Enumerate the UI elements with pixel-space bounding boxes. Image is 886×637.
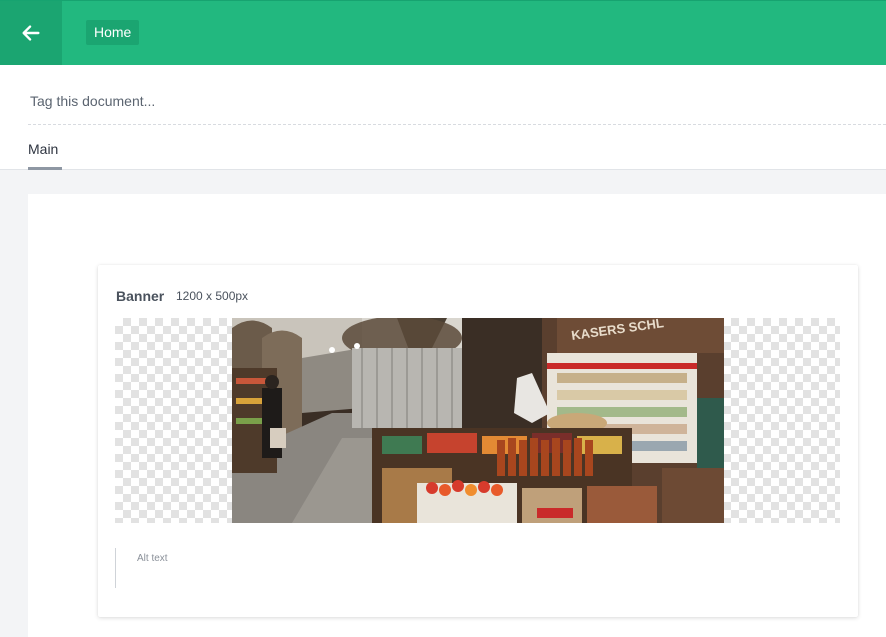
- back-button[interactable]: [0, 1, 62, 65]
- market-photo-illustration: KASERS SCHL: [232, 318, 724, 523]
- banner-image-field[interactable]: KASERS SCHL: [115, 318, 840, 523]
- document-header: Main: [0, 65, 886, 170]
- arrow-left-icon: [22, 25, 40, 41]
- banner-block: Banner 1200 x 500px KASERS SCHL Alt text: [98, 265, 858, 617]
- breadcrumb-home[interactable]: Home: [86, 20, 140, 45]
- alt-text-field[interactable]: Alt text: [115, 548, 415, 588]
- banner-title: Banner: [116, 288, 165, 304]
- tab-main[interactable]: Main: [28, 139, 62, 170]
- active-tab-indicator: [28, 167, 62, 170]
- top-bar: Home: [0, 0, 886, 65]
- tab-main-label: Main: [28, 141, 59, 157]
- editor-content: Banner 1200 x 500px KASERS SCHL Alt text: [28, 194, 886, 637]
- banner-size: 1200 x 500px: [176, 289, 249, 303]
- banner-image: KASERS SCHL: [232, 318, 724, 523]
- alt-text-placeholder: Alt text: [137, 553, 168, 564]
- tag-document-input[interactable]: [28, 78, 886, 125]
